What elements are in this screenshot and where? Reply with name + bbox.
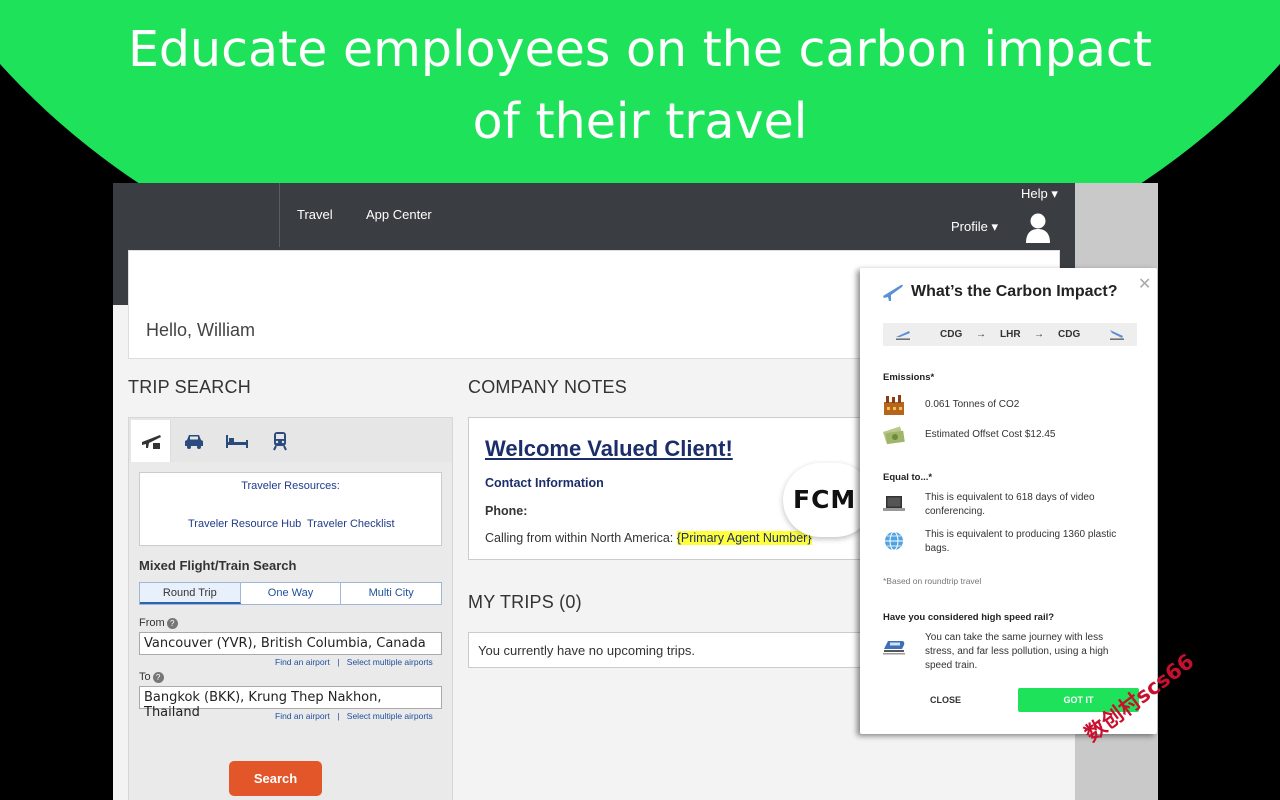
select-multiple-airports-link[interactable]: Select multiple airports [347,711,433,721]
trip-type-selector: Round Trip One Way Multi City [139,582,442,605]
tab-hotel[interactable] [217,420,257,462]
calling-text: Calling from within North America: {Prim… [485,531,812,545]
bed-icon [226,435,248,448]
airplane-icon [883,284,903,301]
co2-tonnes: 0.061 Tonnes of CO2 [925,399,1020,410]
route-destination: CDG [1058,329,1081,340]
emissions-heading: Emissions* [883,372,935,383]
roundtrip-footnote: *Based on roundtrip travel [883,576,982,586]
trip-search-body: Traveler Resources: Traveler Resource Hu… [129,462,452,800]
help-icon[interactable]: ? [166,617,178,629]
help-menu[interactable]: Help ▾ [1021,186,1058,202]
landing-icon [1110,330,1124,340]
factory-icon [884,395,904,415]
trip-type-round-trip[interactable]: Round Trip [140,583,241,604]
money-icon [882,426,905,445]
topbar-divider [279,183,280,247]
to-field[interactable]: Bangkok (BKK), Krung Thep Nakhon, Thaila… [139,686,442,720]
link-separator: | [337,711,340,721]
takeoff-icon [896,331,910,340]
trip-type-one-way[interactable]: One Way [241,583,342,604]
car-icon [185,435,203,449]
nav-travel[interactable]: Travel [297,207,333,222]
select-multiple-airports-link[interactable]: Select multiple airports [347,657,433,667]
avatar-icon[interactable] [1025,212,1051,244]
tab-flight-hotel[interactable] [131,420,171,462]
from-field[interactable]: Vancouver (YVR), British Columbia, Canad… [139,632,442,655]
from-label-text: From [139,617,165,629]
help-icon[interactable]: ? [152,671,164,683]
laptop-icon [883,496,905,511]
high-speed-rail-heading: Have you considered high speed rail? [883,612,1055,623]
my-trips-title: MY TRIPS (0) [468,592,582,612]
from-label: From? [139,617,178,629]
trip-search-title: TRIP SEARCH [128,377,251,397]
find-airport-link[interactable]: Find an airport [275,657,330,667]
close-button[interactable]: CLOSE [930,695,961,705]
no-trips-message: You currently have no upcoming trips. [478,643,696,658]
calling-prefix: Calling from within North America: [485,531,677,545]
headline: Educate employees on the carbon impact o… [0,14,1280,158]
to-label-text: To [139,671,151,683]
contact-information-heading: Contact Information [485,476,604,490]
route-bar: CDG → LHR → CDG [883,323,1137,346]
traveler-resources-box: Traveler Resources: Traveler Resource Hu… [139,472,442,546]
plane-hotel-icon [141,435,161,449]
primary-agent-number: {Primary Agent Number} [676,531,812,545]
route-stop: LHR [1000,329,1021,340]
route-arrow: → [1034,329,1044,340]
headline-line-2: of their travel [472,93,808,150]
high-speed-train-icon [883,641,905,655]
tab-train[interactable] [260,420,300,462]
high-speed-rail-text: You can take the same journey with less … [925,632,1109,671]
link-separator: | [337,657,340,667]
trip-search-panel: Traveler Resources: Traveler Resource Hu… [128,417,453,800]
slide: Educate employees on the carbon impact o… [0,0,1280,800]
traveler-checklist-link[interactable]: Traveler Checklist [307,518,395,530]
tab-car[interactable] [174,420,214,462]
mixed-search-title: Mixed Flight/Train Search [139,558,297,573]
search-button[interactable]: Search [229,761,322,796]
company-notes-title: COMPANY NOTES [468,377,627,397]
nav-app-center[interactable]: App Center [366,207,432,222]
phone-label: Phone: [485,504,528,518]
close-icon[interactable]: ✕ [1138,274,1151,294]
headline-line-1: Educate employees on the carbon impact [127,21,1153,78]
profile-menu[interactable]: Profile ▾ [951,219,998,235]
plastic-bags-equivalent: This is equivalent to producing 1360 pla… [925,529,1117,554]
welcome-heading: Welcome Valued Client! [485,436,733,461]
equal-to-heading: Equal to...* [883,472,933,483]
trip-type-multi-city[interactable]: Multi City [341,583,441,604]
travel-mode-tabs [129,418,452,462]
globe-icon [885,531,903,551]
offset-cost: Estimated Offset Cost $12.45 [925,429,1056,440]
video-conferencing-equivalent: This is equivalent to 618 days of video … [925,492,1095,517]
greeting-text: Hello, William [146,320,256,340]
fcm-logo: FCM [793,485,857,514]
carbon-impact-popup: ✕ What’s the Carbon Impact? CDG → LHR → … [860,268,1157,734]
route-origin: CDG [940,329,963,340]
to-label: To? [139,671,164,683]
popup-title: What’s the Carbon Impact? [911,283,1118,300]
from-airport-links: Find an airport | Select multiple airpor… [275,657,433,667]
to-airport-links: Find an airport | Select multiple airpor… [275,711,433,721]
traveler-resources-heading: Traveler Resources: [241,480,340,492]
traveler-resource-hub-link[interactable]: Traveler Resource Hub [188,518,301,530]
train-icon [273,432,287,451]
find-airport-link[interactable]: Find an airport [275,711,330,721]
route-arrow: → [976,329,986,340]
